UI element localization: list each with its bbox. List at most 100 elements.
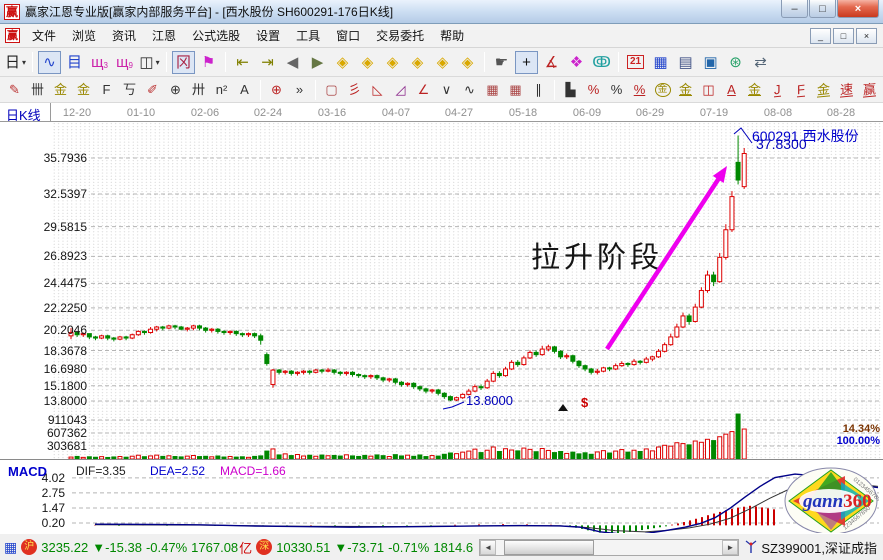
su-angle-icon[interactable]: 速 (836, 79, 857, 100)
toolbar-separator (554, 80, 555, 100)
kline-period-icon[interactable]: 日▾ (4, 51, 27, 74)
expand-all-icon[interactable]: ◈ (456, 51, 479, 74)
compress-horizontal-icon[interactable]: ◈ (406, 51, 429, 74)
polygon-tool-icon[interactable]: ❖ (565, 51, 588, 74)
menu-item-0[interactable]: 文件 (24, 24, 64, 47)
w-wave-icon[interactable]: ∿ (459, 79, 480, 100)
calendar-icon[interactable]: 21 (624, 51, 647, 74)
red-brush-icon[interactable]: ✐ (142, 79, 163, 100)
goto-last-icon[interactable]: ⇥ (256, 51, 279, 74)
gold-square-2-icon[interactable]: 金 (73, 79, 94, 100)
gann-grid-mode-icon[interactable]: 冈 (172, 51, 195, 74)
percent-icon[interactable]: % (606, 79, 627, 100)
horizontal-scrollbar[interactable]: ◄ ► (479, 539, 739, 556)
menu-item-6[interactable]: 工具 (288, 24, 328, 47)
bars-9-icon[interactable]: щ9 (113, 51, 136, 74)
page-right-icon[interactable]: ▶ (306, 51, 329, 74)
save-icon[interactable]: ▣ (699, 51, 722, 74)
five-grid-icon[interactable]: 丂 (119, 79, 140, 100)
gold-lines-icon[interactable]: 金 (675, 79, 696, 100)
gold-underline-icon[interactable]: 金 (744, 79, 765, 100)
gold-circle-icon[interactable]: 金 (652, 79, 673, 100)
current-symbol-label[interactable]: SZ399001,深证成指 (761, 538, 879, 557)
scroll-left-arrow[interactable]: ◄ (480, 540, 496, 555)
f-grid-icon[interactable]: F (96, 79, 117, 100)
web-link-icon[interactable]: ⊛ (724, 51, 747, 74)
menu-item-4[interactable]: 公式选股 (184, 24, 248, 47)
red-grid-2-icon[interactable]: ▦ (505, 79, 526, 100)
header-divider (50, 103, 51, 122)
close-button[interactable]: × (837, 0, 879, 18)
crosshair-tool-icon[interactable]: + (515, 51, 538, 74)
gann-grid-icon[interactable]: 卌 (27, 79, 48, 100)
scroll-track[interactable] (496, 540, 722, 555)
target-tool-icon[interactable]: ⊕ (266, 79, 287, 100)
minimize-button[interactable]: – (781, 0, 808, 18)
shift-right-icon[interactable]: ◈ (356, 51, 379, 74)
chart-wave-icon[interactable]: ∿ (38, 51, 61, 74)
child-minimize-button[interactable]: _ (810, 28, 831, 44)
a-wave-icon[interactable]: A (721, 79, 742, 100)
plain-grid-icon[interactable]: 卅 (188, 79, 209, 100)
color-flag-icon[interactable]: ⚑ (197, 51, 220, 74)
red-grid-icon[interactable]: ▦ (482, 79, 503, 100)
scribble-tool-icon[interactable]: ↂ (590, 51, 613, 74)
f-angle-icon[interactable]: F (790, 79, 811, 100)
data-transfer-icon[interactable]: ⇄ (749, 51, 772, 74)
n2-grid-icon[interactable]: n² (211, 79, 232, 100)
gold-square-icon[interactable]: 金 (50, 79, 71, 100)
price-tick: 15.1800 (0, 379, 87, 393)
more-tools-icon[interactable]: » (289, 79, 310, 100)
gold-angle-icon[interactable]: 金 (813, 79, 834, 100)
notes-icon[interactable]: ▤ (674, 51, 697, 74)
j-angle-icon[interactable]: J (767, 79, 788, 100)
info-board-icon[interactable]: 目 (63, 51, 86, 74)
maximize-button[interactable]: □ (809, 0, 836, 18)
chart-panel[interactable]: 日K线 12-2001-1002-0602-2403-1604-0704-270… (0, 103, 883, 533)
fan-box-icon[interactable]: ◺ (367, 79, 388, 100)
fan-box-2-icon[interactable]: ◿ (390, 79, 411, 100)
quote-table-icon[interactable]: ▦ (4, 539, 17, 556)
macd-tick: 2.75 (0, 486, 65, 500)
menu-item-9[interactable]: 帮助 (432, 24, 472, 47)
menu-item-5[interactable]: 设置 (248, 24, 288, 47)
child-restore-button[interactable]: □ (833, 28, 854, 44)
compress-all-icon[interactable]: ◈ (431, 51, 454, 74)
a-curve-icon[interactable]: A (234, 79, 255, 100)
scroll-right-arrow[interactable]: ► (722, 540, 738, 555)
shift-left-icon[interactable]: ◈ (331, 51, 354, 74)
draw-brush-icon[interactable]: ✎ (4, 79, 25, 100)
page-left-icon[interactable]: ◀ (281, 51, 304, 74)
menu-item-2[interactable]: 资讯 (104, 24, 144, 47)
shenzhen-badge-icon[interactable]: 深 (256, 539, 272, 555)
expand-horizontal-icon[interactable]: ◈ (381, 51, 404, 74)
scroll-thumb[interactable] (504, 540, 594, 555)
circle-grid-icon[interactable]: ⊕ (165, 79, 186, 100)
child-close-button[interactable]: × (856, 28, 877, 44)
candle-type-icon[interactable]: ◫▾ (138, 51, 161, 74)
menu-item-3[interactable]: 江恩 (144, 24, 184, 47)
menu-item-8[interactable]: 交易委托 (368, 24, 432, 47)
price-tick: 35.7936 (0, 151, 87, 165)
price-tick: 18.3678 (0, 344, 87, 358)
kline-chart-canvas[interactable] (0, 103, 883, 533)
angle-lines-icon[interactable]: ∠ (413, 79, 434, 100)
hand-tool-icon[interactable]: ☛ (490, 51, 513, 74)
sh-index-amount: 1767.08 (191, 540, 238, 555)
shanghai-badge-icon[interactable]: 沪 (21, 539, 37, 555)
goto-first-icon[interactable]: ⇤ (231, 51, 254, 74)
v-wave-icon[interactable]: ∨ (436, 79, 457, 100)
calculator-icon[interactable]: ▦ (649, 51, 672, 74)
menu-item-7[interactable]: 窗口 (328, 24, 368, 47)
menu-item-1[interactable]: 浏览 (64, 24, 104, 47)
parallel-lines-icon[interactable]: ∥ (528, 79, 549, 100)
hist-tool-icon[interactable]: ▙ (560, 79, 581, 100)
ying-angle-icon[interactable]: 赢 (859, 79, 880, 100)
percent-line-icon[interactable]: % (629, 79, 650, 100)
box-tool-icon[interactable]: ▢ (321, 79, 342, 100)
angle-tool-icon[interactable]: ∡ (540, 51, 563, 74)
fan-lines-icon[interactable]: 彡 (344, 79, 365, 100)
x-percent-icon[interactable]: % (583, 79, 604, 100)
bars-3-icon[interactable]: щ3 (88, 51, 111, 74)
candle-brush-icon[interactable]: ◫ (698, 79, 719, 100)
